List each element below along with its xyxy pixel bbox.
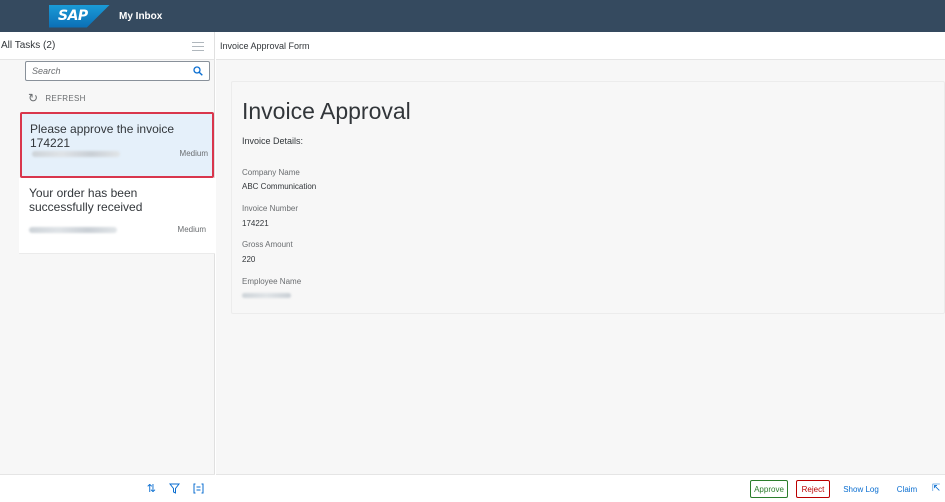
task-priority: Medium [179, 149, 208, 158]
task-list: Please approve the invoice 174221 Medium… [19, 112, 215, 254]
search-icon[interactable] [193, 66, 203, 76]
section-title: Invoice Details: [242, 136, 304, 146]
task-list-item[interactable]: Your order has been successfully receive… [19, 178, 215, 254]
sort-icon[interactable]: ⇅ [147, 482, 156, 495]
group-icon[interactable] [193, 483, 204, 494]
gross-amount-value: 220 [242, 255, 256, 264]
form-title: Invoice Approval [242, 98, 411, 124]
detail-footer: Approve Reject Show Log Claim ⇱ [216, 474, 945, 502]
company-name-label: Company Name [242, 168, 300, 177]
refresh-icon: ↻ [28, 91, 39, 105]
gross-amount-label: Gross Amount [242, 240, 293, 249]
task-subtitle-redacted [29, 227, 117, 233]
task-title: Your order has been successfully receive… [29, 186, 143, 214]
show-log-button[interactable]: Show Log [839, 480, 883, 498]
invoice-number-value: 174221 [242, 219, 269, 228]
detail-panel: Invoice Approval Form Invoice Approval I… [216, 32, 945, 502]
master-panel: All Tasks (2) ↻ REFRESH Please approve t… [0, 32, 215, 502]
company-name-value: ABC Communication [242, 182, 317, 191]
sap-logo[interactable]: SAP [49, 4, 110, 28]
task-subtitle-redacted [32, 151, 120, 157]
task-priority: Medium [177, 225, 206, 234]
employee-name-label: Employee Name [242, 277, 302, 286]
detail-header: Invoice Approval Form [216, 32, 945, 60]
claim-button[interactable]: Claim [892, 480, 922, 498]
refresh-label: REFRESH [45, 93, 86, 103]
app-title: My Inbox [119, 10, 163, 22]
search-input[interactable] [32, 66, 182, 76]
multi-select-icon[interactable] [192, 41, 204, 51]
task-title: Please approve the invoice 174221 [30, 122, 175, 150]
shell-bar: SAP My Inbox [0, 0, 945, 32]
master-footer: ⇅ [0, 474, 215, 502]
filter-icon[interactable] [169, 483, 180, 494]
search-field[interactable] [25, 61, 210, 81]
reject-button[interactable]: Reject [796, 480, 830, 498]
invoice-number-label: Invoice Number [242, 204, 299, 213]
approve-button[interactable]: Approve [750, 480, 788, 498]
task-count-title: All Tasks (2) [1, 40, 56, 51]
sap-logo-text: SAP [58, 8, 88, 24]
refresh-button[interactable]: ↻ REFRESH [28, 91, 86, 105]
employee-name-redacted [242, 293, 291, 298]
master-header: All Tasks (2) [0, 32, 214, 60]
share-icon[interactable]: ⇱ [932, 483, 940, 494]
task-list-item[interactable]: Please approve the invoice 174221 Medium [20, 112, 214, 178]
